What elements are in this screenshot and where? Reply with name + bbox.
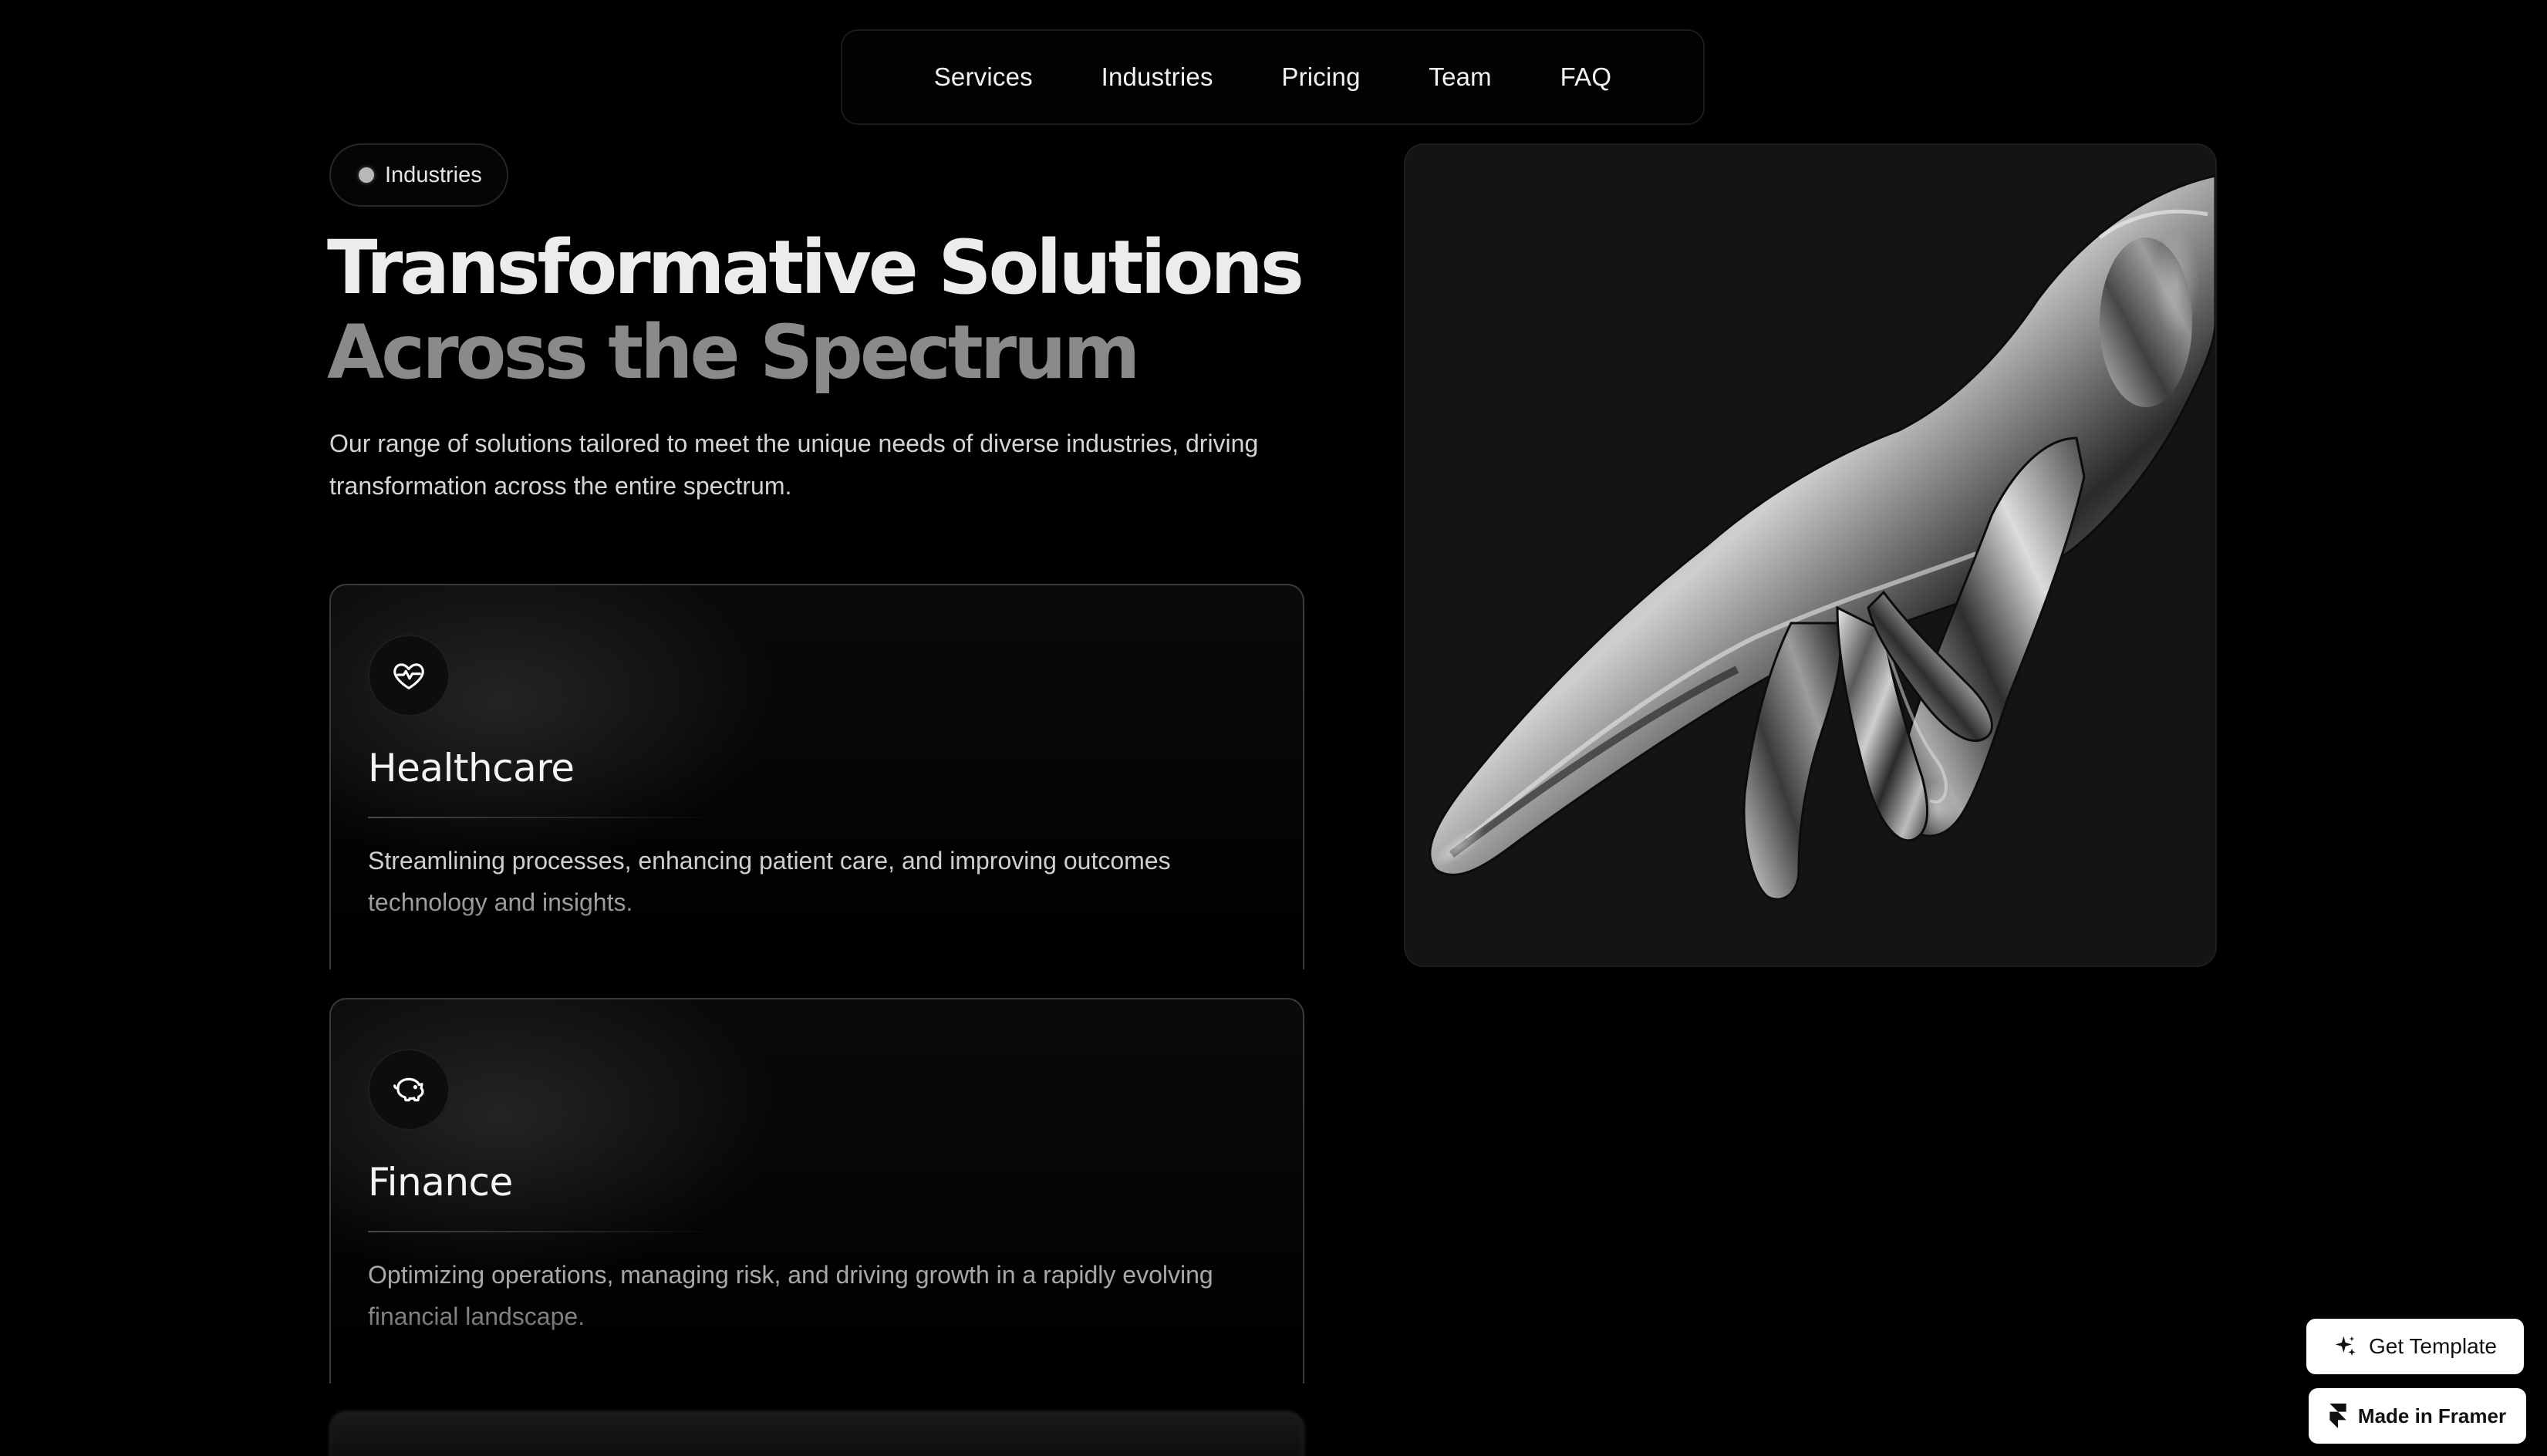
- piggy-bank-icon: [368, 1049, 450, 1131]
- industry-card-healthcare: Healthcare Streamlining processes, enhan…: [329, 584, 1304, 969]
- industry-card-finance: Finance Optimizing operations, managing …: [329, 998, 1304, 1384]
- title-line-2: Across the Spectrum: [327, 309, 1140, 396]
- hero-image-chrome-hand: [1404, 143, 2217, 967]
- made-in-framer-label: Made in Framer: [2357, 1404, 2507, 1427]
- made-in-framer-button[interactable]: Made in Framer: [2309, 1388, 2526, 1444]
- section-lead: Our range of solutions tailored to meet …: [329, 430, 1259, 500]
- card-title: Healthcare: [368, 746, 575, 790]
- nav-pricing[interactable]: Pricing: [1281, 62, 1360, 92]
- title-line-1: Transformative Solutions: [327, 224, 1304, 311]
- industry-card-partial: [329, 1411, 1304, 1456]
- nav-team[interactable]: Team: [1429, 62, 1492, 92]
- nav-services[interactable]: Services: [934, 62, 1033, 92]
- card-description: Streamlining processes, enhancing patien…: [368, 847, 1171, 916]
- card-description: Optimizing operations, managing risk, an…: [368, 1261, 1213, 1330]
- badge-dot-icon: [359, 167, 374, 183]
- nav-faq[interactable]: FAQ: [1560, 62, 1612, 92]
- get-template-label: Get Template: [2368, 1334, 2498, 1358]
- framer-logo-icon: [2329, 1404, 2346, 1428]
- sparkle-icon: [2335, 1336, 2356, 1356]
- chrome-hand-illustration: [1429, 174, 2215, 901]
- get-template-button[interactable]: Get Template: [2306, 1319, 2524, 1374]
- card-title: Finance: [368, 1160, 513, 1205]
- card-divider: [368, 817, 723, 818]
- card-divider: [368, 1231, 723, 1232]
- top-nav: Services Industries Pricing Team FAQ: [841, 29, 1705, 125]
- nav-industries[interactable]: Industries: [1101, 62, 1213, 92]
- heart-pulse-icon: [368, 635, 450, 716]
- section-title: Transformative Solutions Across the Spec…: [327, 224, 1304, 396]
- badge-label: Industries: [385, 162, 482, 187]
- section-badge: Industries: [329, 143, 508, 207]
- page: Services Industries Pricing Team FAQ Ind…: [0, 0, 2547, 1456]
